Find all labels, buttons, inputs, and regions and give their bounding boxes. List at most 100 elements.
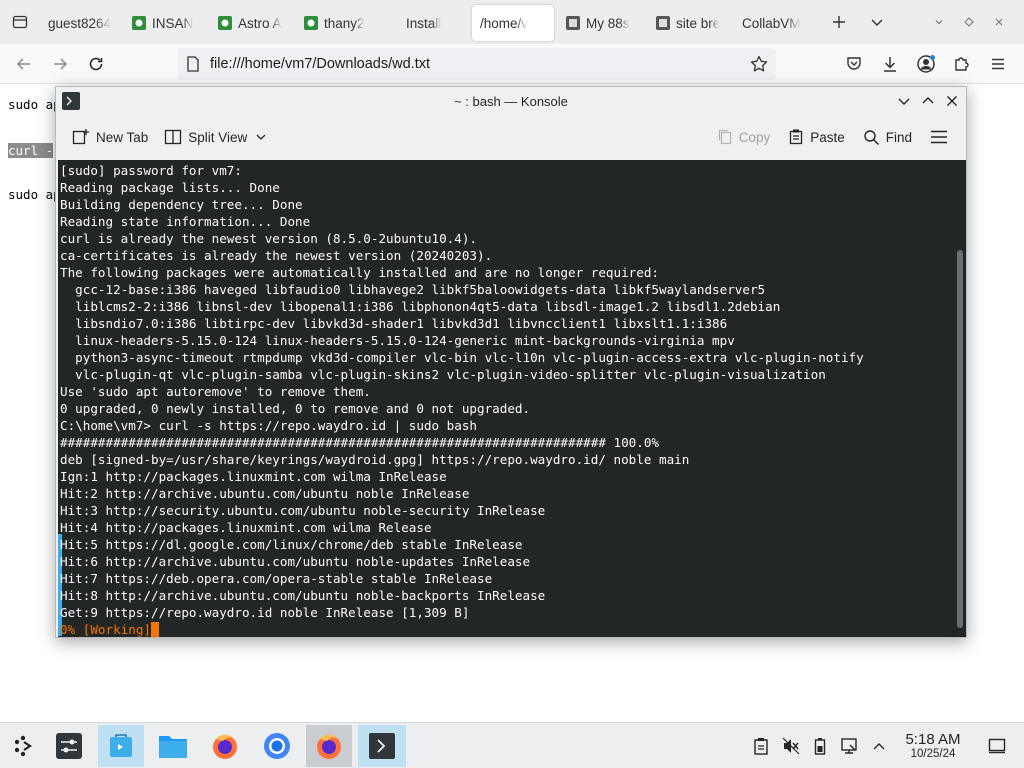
- tray-volume-muted[interactable]: [780, 735, 802, 757]
- diamond-icon: [964, 17, 974, 27]
- find-label: Find: [885, 129, 912, 145]
- downloads-button[interactable]: [872, 48, 908, 80]
- terminal-line: ########################################…: [60, 435, 659, 450]
- terminal-line: vlc-plugin-qt vlc-plugin-samba vlc-plugi…: [60, 367, 826, 382]
- terminal-line: 0 upgraded, 0 newly installed, 0 to remo…: [60, 401, 531, 416]
- clock-time: 5:18 AM: [905, 731, 961, 748]
- browser-tab[interactable]: thany2: [296, 5, 382, 41]
- tray-network[interactable]: [838, 735, 860, 757]
- working-status: 0% [Working]: [60, 622, 151, 637]
- copy-button[interactable]: Copy: [711, 121, 777, 153]
- green-square-icon: [304, 16, 318, 30]
- app-menu-button[interactable]: [980, 48, 1016, 80]
- konsole-window: ~ : bash — Konsole New Tab Split View Co…: [55, 86, 967, 638]
- account-button[interactable]: [908, 48, 944, 80]
- task-system-settings[interactable]: [46, 725, 92, 767]
- taskbar: 5:18 AM 10/25/24: [0, 722, 1024, 768]
- task-konsole-active[interactable]: [358, 725, 406, 767]
- reload-icon: [89, 57, 103, 70]
- url-bar[interactable]: file:///home/vm7/Downloads/wd.txt: [178, 48, 776, 80]
- terminal-line: libsndio7.0:i386 libtirpc-dev libvkd3d-s…: [60, 316, 728, 331]
- terminal-line: deb [signed-by=/usr/share/keyrings/waydr…: [60, 452, 690, 467]
- browser-tab[interactable]: Install: [382, 5, 472, 41]
- plus-icon: [833, 16, 845, 28]
- firefox-icon: [213, 734, 237, 759]
- chevron-down-icon: [935, 20, 943, 25]
- reload-button[interactable]: [78, 48, 114, 80]
- task-firefox-active[interactable]: [306, 725, 352, 767]
- window-close-button[interactable]: [984, 0, 1014, 44]
- chevron-up-icon: [873, 743, 885, 750]
- browser-tab[interactable]: INSAN: [124, 5, 210, 41]
- app-launcher-icon: [14, 735, 32, 757]
- tab-label: site bre: [676, 15, 721, 31]
- discover-store-icon: [110, 734, 132, 757]
- window-maximize-button[interactable]: [954, 0, 984, 44]
- browser-tab[interactable]: guest8264: [40, 5, 124, 41]
- browser-tab[interactable]: Astro A: [210, 5, 296, 41]
- digital-clock[interactable]: 5:18 AM 10/25/24: [898, 731, 968, 761]
- browser-tab[interactable]: site bre: [648, 5, 734, 41]
- tray-battery[interactable]: [809, 735, 831, 757]
- tray-clipboard[interactable]: [750, 735, 772, 757]
- task-chromium[interactable]: [254, 725, 300, 767]
- konsole-maximize-button[interactable]: [918, 91, 938, 111]
- terminal-line: Ign:1 http://packages.linuxmint.com wilm…: [60, 469, 447, 484]
- terminal-view[interactable]: [sudo] password for vm7: Reading package …: [58, 160, 966, 637]
- tab-list-button[interactable]: [0, 0, 40, 44]
- terminal-line: Reading package lists... Done: [60, 180, 280, 195]
- terminal-line: C:\home\vm7> curl -s https://repo.waydro…: [60, 418, 478, 433]
- find-button[interactable]: Find: [857, 121, 918, 153]
- new-tab-button[interactable]: [820, 0, 858, 44]
- copy-icon: [718, 129, 731, 145]
- url-text: file:///home/vm7/Downloads/wd.txt: [210, 56, 431, 72]
- terminal-scrollbar[interactable]: [957, 250, 963, 628]
- extensions-button[interactable]: [944, 48, 980, 80]
- terminal-line: python3-async-timeout rtmpdump vkd3d-com…: [60, 350, 864, 365]
- puzzle-icon: [955, 57, 969, 71]
- konsole-menu-button[interactable]: [924, 121, 960, 153]
- folder-icon: [159, 736, 187, 758]
- close-icon: [947, 96, 957, 106]
- pocket-button[interactable]: [836, 48, 872, 80]
- tray-expand-button[interactable]: [868, 735, 890, 757]
- chevron-up-icon: [922, 97, 934, 104]
- browser-tab-active[interactable]: /home/v: [472, 5, 554, 41]
- list-all-tabs-button[interactable]: [858, 0, 896, 44]
- konsole-toolbar: New Tab Split View Copy Paste Find: [56, 115, 966, 159]
- chevron-down-icon: [871, 19, 883, 26]
- browser-tab[interactable]: CollabVM: [734, 5, 820, 41]
- back-button[interactable]: [6, 48, 42, 80]
- split-view-button[interactable]: Split View: [158, 121, 279, 153]
- gray-square-icon: [656, 16, 670, 30]
- browser-tab[interactable]: My 88s: [558, 5, 648, 41]
- konsole-close-button[interactable]: [942, 91, 962, 111]
- task-discover[interactable]: [98, 725, 144, 767]
- network-icon: [841, 738, 857, 754]
- paste-icon: [790, 129, 803, 145]
- battery-icon: [814, 738, 826, 755]
- chromium-icon: [264, 733, 290, 759]
- star-icon[interactable]: [750, 55, 768, 73]
- split-view-label: Split View: [188, 129, 248, 145]
- terminal-line: Reading state information... Done: [60, 214, 311, 229]
- show-desktop-button[interactable]: [986, 735, 1008, 757]
- task-file-manager[interactable]: [150, 725, 196, 767]
- paste-button[interactable]: Paste: [782, 121, 851, 153]
- new-tab-icon: [72, 129, 89, 145]
- terminal-line: Building dependency tree... Done: [60, 197, 303, 212]
- tab-label: guest8264: [48, 15, 112, 31]
- konsole-minimize-button[interactable]: [894, 91, 914, 111]
- window-minimize-button[interactable]: [924, 0, 954, 44]
- konsole-title-bar[interactable]: ~ : bash — Konsole: [56, 87, 966, 115]
- terminal-line: Hit:7 https://deb.opera.com/opera-stable…: [60, 571, 493, 586]
- volume-muted-icon: [782, 737, 800, 755]
- page-icon: [187, 56, 199, 72]
- task-firefox[interactable]: [202, 725, 248, 767]
- forward-button[interactable]: [42, 48, 78, 80]
- new-tab-button[interactable]: New Tab: [66, 121, 154, 153]
- app-launcher-button[interactable]: [0, 725, 46, 767]
- hamburger-menu-icon: [992, 58, 1004, 70]
- tab-label: My 88s: [586, 15, 630, 31]
- firefox-icon: [317, 734, 341, 759]
